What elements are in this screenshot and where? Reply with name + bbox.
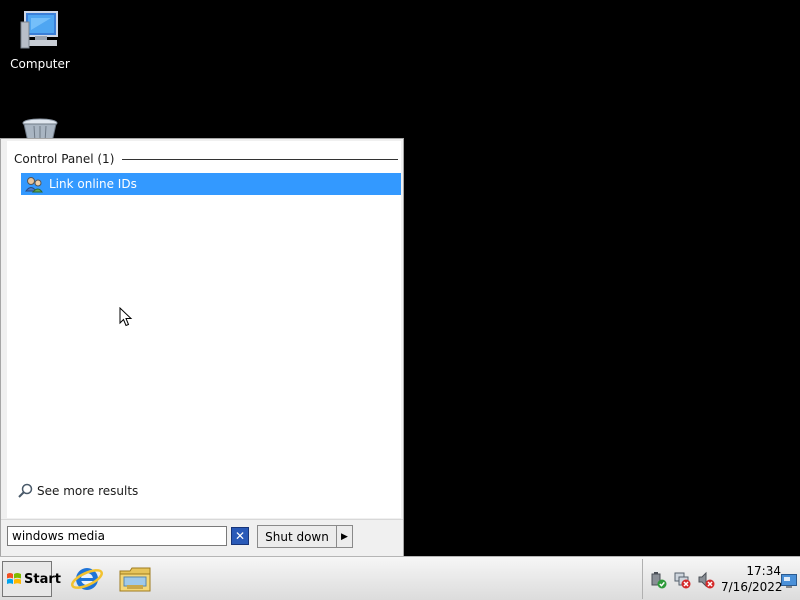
clear-search-button[interactable]: ✕: [231, 527, 249, 545]
mouse-cursor-icon: [119, 306, 133, 327]
taskbar-windows-explorer[interactable]: [118, 563, 152, 595]
link-online-ids-icon: [25, 175, 43, 193]
show-desktop-icon[interactable]: [781, 573, 797, 588]
clock-time: 17:34: [746, 564, 781, 578]
volume-muted-icon[interactable]: [697, 571, 715, 589]
internet-explorer-icon: [70, 568, 104, 599]
windows-logo-icon: [6, 571, 22, 587]
clock-date: 7/16/2022: [721, 580, 783, 594]
chevron-right-icon: ▶: [341, 531, 348, 542]
start-menu-bottom-bar: ✕ Shut down ▶: [1, 519, 403, 556]
start-button[interactable]: Start: [2, 561, 61, 597]
desktop-icon-label: Computer: [10, 57, 70, 71]
search-icon: [17, 483, 33, 499]
result-label: Link online IDs: [49, 177, 137, 191]
shutdown-options-button[interactable]: ▶: [337, 525, 353, 548]
result-link-online-ids[interactable]: Link online IDs: [21, 173, 401, 195]
windows-explorer-icon: [118, 567, 152, 599]
section-divider: [122, 158, 398, 160]
power-status-icon[interactable]: [649, 571, 667, 589]
taskbar-clock[interactable]: 17:34 7/16/2022: [721, 563, 783, 595]
search-results-pane: Control Panel (1) Link online IDs See mo…: [7, 141, 401, 518]
see-more-label: See more results: [37, 484, 139, 498]
see-more-results-link[interactable]: See more results: [17, 483, 138, 499]
computer-icon: [0, 8, 80, 57]
start-menu: Control Panel (1) Link online IDs See mo…: [0, 138, 404, 556]
desktop-icon-computer[interactable]: Computer: [0, 8, 80, 71]
taskbar-internet-explorer[interactable]: [70, 563, 104, 595]
start-label: Start: [24, 571, 61, 587]
shutdown-label: Shut down: [265, 529, 329, 544]
results-section-header: Control Panel (1): [14, 151, 398, 167]
taskbar: Start 17:34 7/16/2022: [0, 556, 800, 600]
section-header-label: Control Panel (1): [14, 152, 115, 166]
network-status-icon[interactable]: [673, 571, 691, 589]
search-input[interactable]: [7, 526, 227, 546]
shutdown-button[interactable]: Shut down: [257, 525, 337, 548]
close-icon: ✕: [234, 529, 246, 543]
system-tray: 17:34 7/16/2022: [642, 559, 799, 599]
